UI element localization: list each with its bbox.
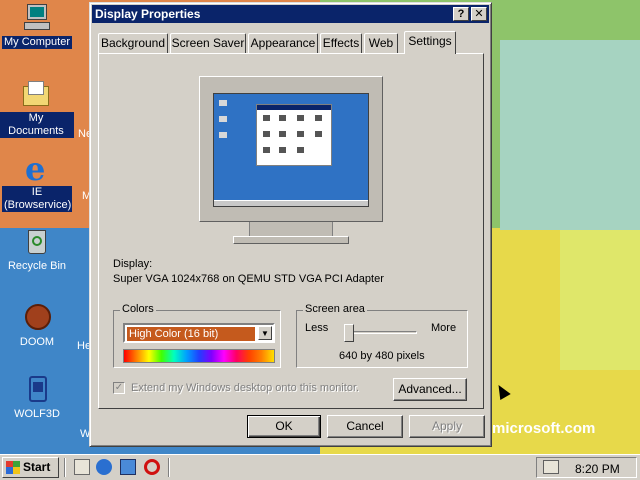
opera-icon[interactable] xyxy=(144,459,160,475)
desktop-icon-label: My Documents xyxy=(0,112,74,138)
colors-dropdown-value: High Color (16 bit) xyxy=(127,327,255,341)
preview-window xyxy=(256,104,332,166)
screen-area-slider-track[interactable] xyxy=(349,331,417,334)
more-label: More xyxy=(431,322,457,334)
desktop-icon-wolf3d[interactable]: WOLF3D xyxy=(0,374,75,421)
taskbar-separator xyxy=(168,458,170,477)
taskbar: Start 8:20 PM xyxy=(0,454,640,480)
tab-screen-saver[interactable]: Screen Saver xyxy=(170,33,246,53)
help-button[interactable]: ? xyxy=(453,7,469,21)
desktop-icon-ie[interactable]: e IE (Browservice) xyxy=(0,152,75,212)
monitor-screen xyxy=(213,93,369,207)
start-button[interactable]: Start xyxy=(2,457,59,478)
screen-area-slider-thumb[interactable] xyxy=(344,324,354,342)
chevron-down-icon[interactable]: ▼ xyxy=(258,326,272,340)
display-settings-tray-icon[interactable] xyxy=(543,460,559,474)
network-icon[interactable] xyxy=(120,459,136,475)
taskbar-separator xyxy=(64,458,66,477)
desktop-icon-my-computer[interactable]: My Computer xyxy=(0,2,75,49)
less-label: Less xyxy=(305,322,329,334)
advanced-button[interactable]: Advanced... xyxy=(393,378,467,401)
apply-button[interactable]: Apply xyxy=(409,415,485,438)
wallpaper-highlight xyxy=(500,40,640,230)
internet-explorer-icon[interactable] xyxy=(96,459,112,475)
display-label: Display: xyxy=(113,258,153,270)
tab-appearance[interactable]: Appearance xyxy=(248,33,318,53)
windows-logo-icon xyxy=(6,461,20,474)
show-desktop-icon[interactable] xyxy=(74,459,90,475)
wolf3d-icon xyxy=(21,374,53,406)
window-title: Display Properties xyxy=(95,7,201,21)
wallpaper-brand-text: microsoft.com xyxy=(492,420,596,437)
title-bar[interactable]: Display Properties ? ✕ xyxy=(92,5,489,23)
color-spectrum-bar xyxy=(123,349,275,363)
monitor-case xyxy=(199,76,383,222)
screen-area-group-label: Screen area xyxy=(303,303,367,315)
desktop-icon-label: My Computer xyxy=(1,36,73,49)
internet-explorer-icon: e xyxy=(25,150,46,188)
desktop-icon-my-documents[interactable]: My Documents xyxy=(0,78,74,138)
desktop-icon-label: DOOM xyxy=(19,336,55,348)
colors-group-label: Colors xyxy=(120,303,156,315)
desktop-icon-label: WOLF3D xyxy=(14,408,60,420)
tab-settings[interactable]: Settings xyxy=(404,31,456,54)
doom-icon xyxy=(21,302,53,334)
desktop-icon-recycle-bin[interactable]: Recycle Bin xyxy=(0,226,75,273)
desktop-icon-label: Recycle Bin xyxy=(7,260,67,272)
colors-group: Colors High Color (16 bit) ▼ xyxy=(113,303,281,368)
colors-dropdown[interactable]: High Color (16 bit) ▼ xyxy=(123,323,275,343)
desktop-icon-doom[interactable]: DOOM xyxy=(0,302,75,349)
my-computer-icon xyxy=(21,2,53,34)
extend-desktop-label: Extend my Windows desktop onto this moni… xyxy=(131,382,360,394)
close-button[interactable]: ✕ xyxy=(471,7,487,21)
wallpaper-highlight xyxy=(560,230,640,370)
system-tray: 8:20 PM xyxy=(536,457,637,478)
clock[interactable]: 8:20 PM xyxy=(575,462,620,476)
extend-desktop-checkbox[interactable]: ✓ xyxy=(113,382,125,394)
display-adapter-text: Super VGA 1024x768 on QEMU STD VGA PCI A… xyxy=(113,273,384,285)
tab-effects[interactable]: Effects xyxy=(320,33,362,53)
tab-background[interactable]: Background xyxy=(98,33,168,53)
screen-area-value: 640 by 480 pixels xyxy=(339,350,425,362)
screen-area-group: Screen area Less More 640 by 480 pixels xyxy=(296,303,468,368)
desktop-icon-label: IE (Browservice) xyxy=(2,186,72,212)
display-properties-window: Display Properties ? ✕ Background Screen… xyxy=(89,2,492,447)
settings-panel: Display: Super VGA 1024x768 on QEMU STD … xyxy=(98,53,484,409)
tab-web[interactable]: Web xyxy=(364,33,398,53)
recycle-bin-icon xyxy=(21,226,53,258)
ok-button[interactable]: OK xyxy=(247,415,321,438)
my-documents-icon xyxy=(20,78,52,110)
start-label: Start xyxy=(23,460,51,474)
monitor-preview xyxy=(199,76,383,250)
preview-taskbar xyxy=(214,200,368,206)
cancel-button[interactable]: Cancel xyxy=(327,415,403,438)
